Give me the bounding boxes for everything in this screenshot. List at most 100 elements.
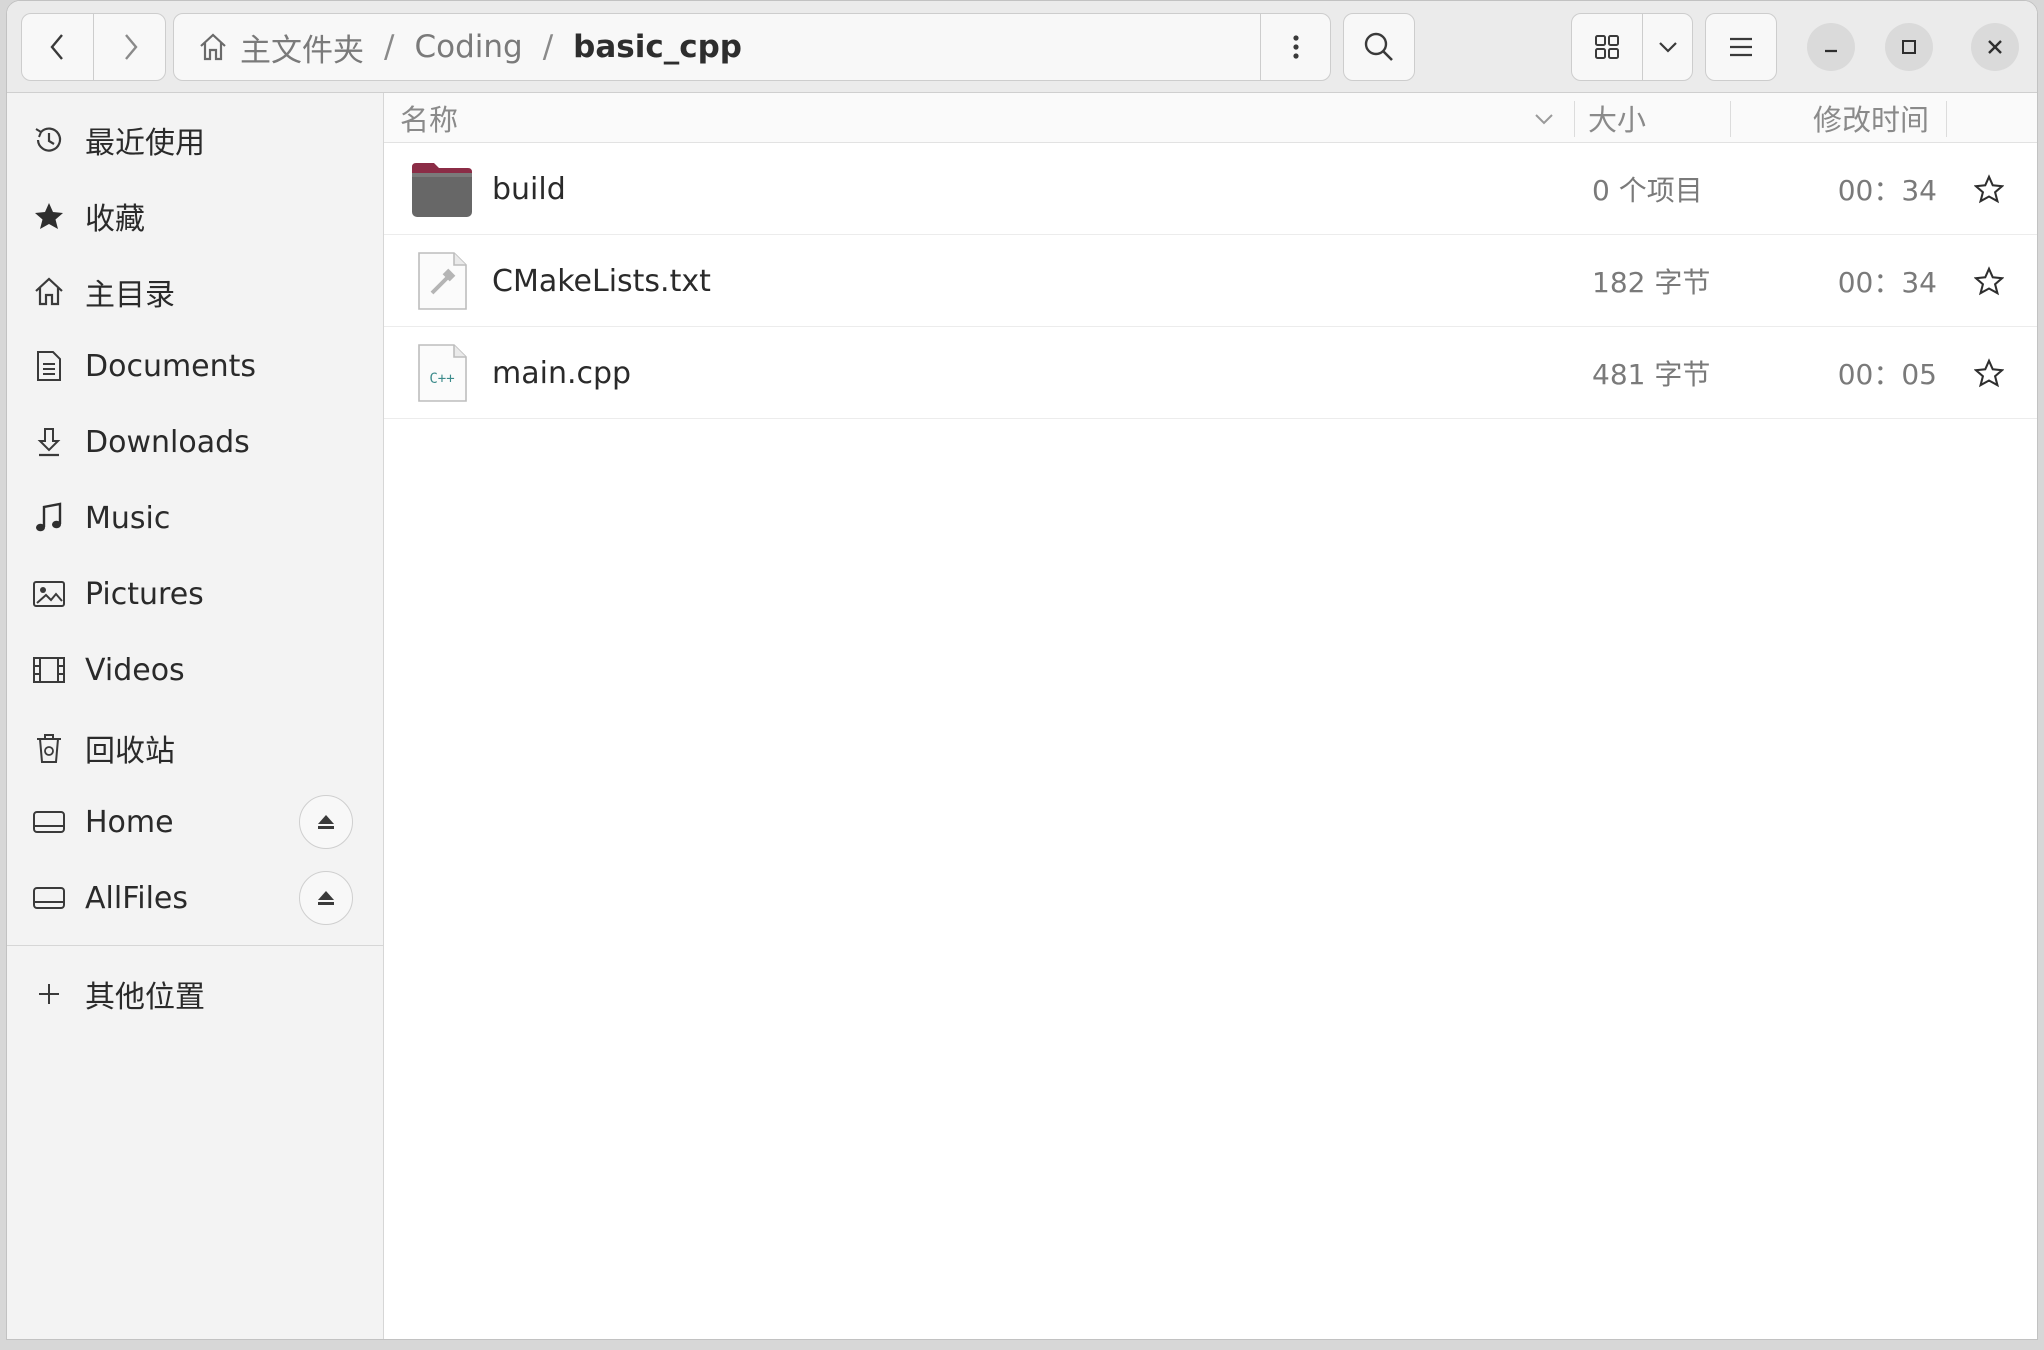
cmake-file-icon	[418, 252, 467, 310]
sidebar-item-other-locations[interactable]: 其他位置	[7, 961, 384, 1027]
star-outline-icon	[1974, 174, 2004, 204]
chevron-down-icon[interactable]	[1532, 107, 1556, 131]
file-size: 0 个项目	[1592, 174, 1703, 207]
sidebar-item-label: Home	[85, 804, 174, 840]
vertical-dots-icon	[1292, 35, 1299, 59]
sidebar-item-recent[interactable]: 最近使用	[7, 107, 384, 173]
home-icon	[29, 272, 69, 312]
breadcrumb-current[interactable]: basic_cpp	[573, 29, 742, 65]
film-icon	[29, 650, 69, 690]
minimize-icon	[1825, 49, 1837, 53]
sidebar-divider	[7, 945, 384, 946]
sidebar-item-music[interactable]: Music	[7, 485, 384, 551]
svg-text:C++: C++	[429, 371, 454, 387]
column-modified-label: 修改时间	[1812, 103, 1929, 137]
path-bar: 主文件夹 / Coding / basic_cpp	[173, 13, 1331, 81]
back-button[interactable]	[22, 14, 93, 80]
breadcrumb-coding[interactable]: Coding	[414, 29, 522, 65]
document-icon	[29, 346, 69, 386]
star-button[interactable]	[1967, 259, 2011, 303]
breadcrumb: 主文件夹 / Coding / basic_cpp	[174, 14, 1260, 80]
forward-button[interactable]	[93, 14, 165, 80]
star-outline-icon	[1974, 358, 2004, 388]
eject-icon	[318, 815, 334, 829]
file-name: main.cpp	[492, 355, 632, 391]
file-row-main-cpp[interactable]: C++ main.cpp 481 字节 00：05	[384, 327, 2037, 419]
breadcrumb-home-label: 主文件夹	[240, 32, 364, 69]
file-manager-window: 主文件夹 / Coding / basic_cpp 最近使用 收藏 主目录 Do…	[6, 0, 2038, 1340]
sidebar-item-home-drive[interactable]: Home	[7, 789, 384, 855]
column-divider	[1574, 101, 1575, 137]
main-menu-button[interactable]	[1705, 13, 1777, 81]
column-name-label: 名称	[400, 103, 459, 137]
maximize-button[interactable]	[1885, 23, 1933, 71]
close-icon	[1988, 40, 2002, 54]
sidebar-item-starred[interactable]: 收藏	[7, 183, 384, 249]
eject-button[interactable]	[299, 871, 353, 925]
eject-button[interactable]	[299, 795, 353, 849]
trash-icon	[29, 728, 69, 768]
column-size-header[interactable]: 大小	[1588, 93, 1646, 143]
sidebar-item-allfiles-drive[interactable]: AllFiles	[7, 865, 384, 931]
sidebar-item-home-folder[interactable]: 主目录	[7, 259, 384, 325]
sidebar-item-label: Videos	[85, 652, 185, 688]
music-note-icon	[29, 498, 69, 538]
file-list-view: 名称 大小 修改时间 build 0 个项目 00：34 CMakeLists.…	[384, 93, 2037, 1339]
home-icon	[200, 33, 226, 61]
search-icon	[1364, 32, 1393, 61]
file-modified: 00：05	[1837, 358, 1937, 391]
sidebar-item-pictures[interactable]: Pictures	[7, 561, 384, 627]
column-size-label: 大小	[1588, 103, 1647, 137]
folder-icon	[412, 163, 472, 217]
breadcrumb-home[interactable]: 主文件夹	[196, 25, 364, 70]
chevron-right-icon	[124, 34, 138, 60]
breadcrumb-separator: /	[384, 29, 395, 65]
column-name-header[interactable]: 名称	[400, 93, 458, 143]
eject-icon	[318, 891, 334, 905]
sidebar-item-label: 最近使用	[85, 126, 205, 161]
column-divider	[1730, 101, 1731, 137]
file-modified: 00：34	[1837, 266, 1937, 299]
file-name: build	[492, 171, 566, 207]
file-row-cmakelists[interactable]: CMakeLists.txt 182 字节 00：34	[384, 235, 2037, 327]
hamburger-menu-icon	[1730, 37, 1752, 57]
sidebar-item-label: 收藏	[85, 202, 145, 237]
star-outline-icon	[1974, 266, 2004, 296]
grid-view-icon	[1595, 35, 1619, 59]
sidebar-item-label: Music	[85, 500, 171, 536]
file-row-build[interactable]: build 0 个项目 00：34	[384, 143, 2037, 235]
sidebar-item-downloads[interactable]: Downloads	[7, 409, 384, 475]
breadcrumb-separator: /	[542, 29, 554, 65]
file-modified: 00：34	[1837, 174, 1937, 207]
drive-icon	[29, 802, 69, 842]
sidebar-item-label: Documents	[85, 348, 257, 384]
sidebar-item-label: Pictures	[85, 576, 204, 612]
sidebar-item-trash[interactable]: 回收站	[7, 715, 384, 781]
picture-icon	[29, 574, 69, 614]
star-button[interactable]	[1967, 167, 2011, 211]
column-modified-header[interactable]: 修改时间	[1813, 93, 1929, 143]
sidebar-item-label: 主目录	[85, 278, 175, 313]
plus-icon	[29, 974, 69, 1014]
path-menu-button[interactable]	[1260, 14, 1330, 80]
clock-icon	[29, 120, 69, 160]
close-button[interactable]	[1971, 23, 2019, 71]
sidebar-item-videos[interactable]: Videos	[7, 637, 384, 703]
sidebar-item-label: AllFiles	[85, 880, 189, 916]
view-options-dropdown[interactable]	[1642, 14, 1692, 80]
sidebar-item-label: Downloads	[85, 424, 250, 460]
sidebar-item-label: 其他位置	[85, 980, 205, 1015]
star-button[interactable]	[1967, 351, 2011, 395]
search-button[interactable]	[1343, 13, 1415, 81]
sidebar: 最近使用 收藏 主目录 Documents Downloads Music Pi…	[7, 93, 384, 1339]
view-switcher	[1571, 13, 1693, 81]
star-filled-icon	[29, 196, 69, 236]
file-size: 182 字节	[1592, 266, 1711, 299]
download-icon	[29, 422, 69, 462]
cpp-file-icon: C++	[418, 344, 467, 402]
sidebar-item-label: 回收站	[85, 734, 175, 769]
grid-view-button[interactable]	[1572, 14, 1642, 80]
navigation-buttons	[21, 13, 166, 81]
sidebar-item-documents[interactable]: Documents	[7, 333, 384, 399]
minimize-button[interactable]	[1807, 23, 1855, 71]
